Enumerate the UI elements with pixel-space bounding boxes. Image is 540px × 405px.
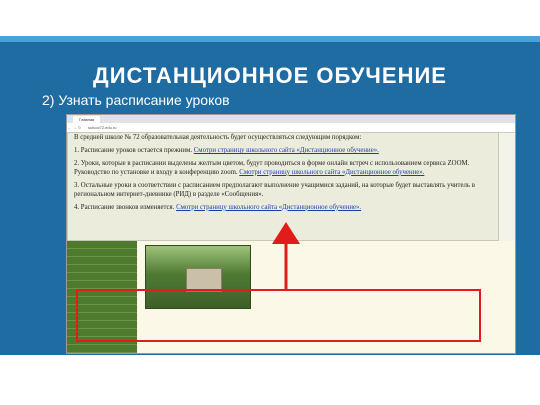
sidebar-item[interactable] (67, 257, 137, 265)
notice-item-1-text: 1. Расписание уроков остается прежним. (74, 146, 194, 154)
notice-item-1: 1. Расписание уроков остается прежним. С… (74, 147, 492, 156)
browser-tab-bar: Главная (67, 115, 515, 123)
sidebar-item[interactable] (67, 265, 137, 273)
slide-title: ДИСТАНЦИОННОЕ ОБУЧЕНИЕ (93, 63, 447, 88)
notice-item-4-text: 4. Расписание звонков изменяется. (74, 203, 177, 211)
notice-intro: В средней школе № 72 образовательная дея… (74, 134, 362, 141)
reload-icon[interactable]: ↻ (77, 125, 82, 130)
url-field[interactable]: school72.edu.ru (88, 125, 116, 130)
sidebar-item[interactable] (67, 249, 137, 257)
notice-item-4-link[interactable]: Смотри страницу школьного сайта «Дистанц… (176, 204, 361, 211)
slide-subtitle: 2) Узнать расписание уроков (42, 92, 230, 108)
notice-item-4: 4. Расписание звонков изменяется. Смотри… (74, 204, 492, 213)
notice-panel: В средней школе № 72 образовательная дея… (67, 132, 499, 241)
sidebar-item[interactable] (67, 281, 137, 289)
notice-item-3: 3. Остальные уроки в соответствии с расп… (74, 181, 475, 198)
sidebar-item[interactable] (67, 241, 137, 249)
highlight-frame (76, 289, 481, 342)
band-stripe (0, 36, 540, 42)
notice-item-2-link[interactable]: Смотри страницу школьного сайта «Дистанц… (239, 169, 424, 176)
sidebar-item[interactable] (67, 273, 137, 281)
notice-item-2: 2. Уроки, которые в расписании выделены … (74, 160, 492, 178)
sidebar-item[interactable] (67, 345, 137, 353)
browser-tab[interactable]: Главная (73, 115, 101, 123)
notice-item-1-link[interactable]: Смотри страницу школьного сайта «Дистанц… (194, 147, 379, 154)
